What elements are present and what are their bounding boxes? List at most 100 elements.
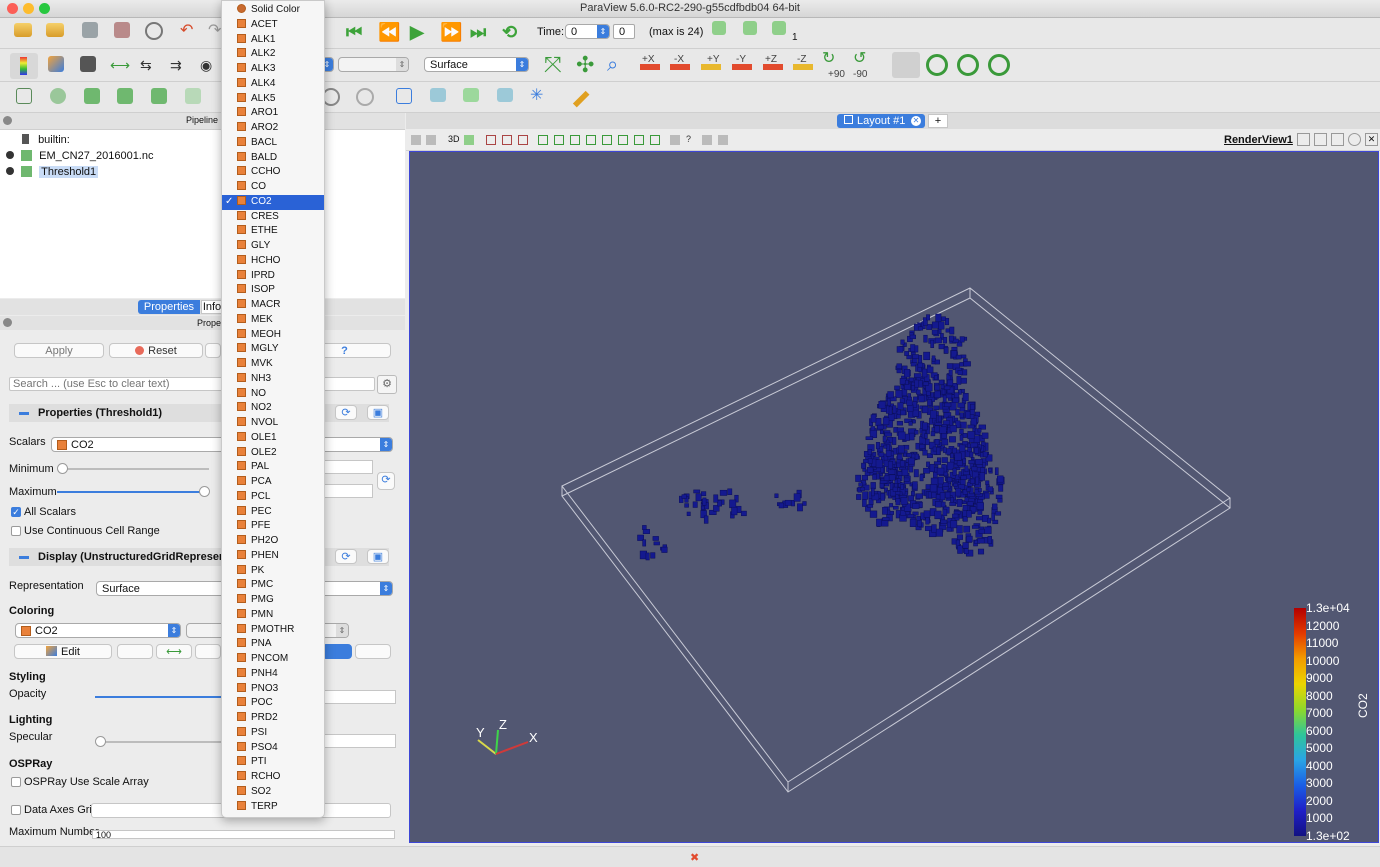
time-step-input[interactable]: 0 <box>613 24 635 39</box>
hover-cells-icon[interactable] <box>586 135 596 145</box>
choose-preset-button[interactable] <box>355 644 391 659</box>
split-vertical-icon[interactable] <box>1314 133 1327 146</box>
max-number-field[interactable]: 100 <box>92 830 395 839</box>
tab-properties[interactable]: Properties <box>138 300 200 314</box>
eye-icon[interactable]: ◉ <box>200 58 222 78</box>
save-icon[interactable]: ▣ <box>367 405 389 420</box>
menu-item-nh3[interactable]: NH3 <box>222 372 324 387</box>
reload-icon[interactable]: ⟳ <box>335 549 357 564</box>
undo-icon[interactable]: ↶ <box>180 23 202 43</box>
menu-item-meoh[interactable]: MEOH <box>222 328 324 343</box>
glyph-icon[interactable] <box>463 88 479 102</box>
select-points-on-icon[interactable] <box>502 135 512 145</box>
disconnect-icon[interactable] <box>114 22 130 38</box>
set-view-plus-z-icon[interactable]: +Z <box>761 54 783 74</box>
timer-icon[interactable] <box>145 22 163 40</box>
menu-item-pfe[interactable]: PFE <box>222 519 324 534</box>
menu-item-alk5[interactable]: ALK5 <box>222 92 324 107</box>
specular-field[interactable] <box>322 734 396 748</box>
menu-item-acet[interactable]: ACET <box>222 18 324 33</box>
slice-icon[interactable] <box>117 88 133 104</box>
interactive-select-icon[interactable] <box>554 135 564 145</box>
minimum-slider-handle[interactable] <box>57 463 68 474</box>
menu-item-so2[interactable]: SO2 <box>222 785 324 800</box>
menu-item-bald[interactable]: BALD <box>222 151 324 166</box>
play-icon[interactable]: ▶ <box>410 22 424 42</box>
maximum-field[interactable] <box>318 484 373 498</box>
reset-button[interactable]: Reset <box>109 343 203 358</box>
split-icon[interactable] <box>411 135 421 145</box>
menu-item-mek[interactable]: MEK <box>222 313 324 328</box>
ospray-scale-checkbox[interactable] <box>11 777 21 787</box>
coloring-selector[interactable]: CO2 ⇕ <box>15 623 181 638</box>
calculator-icon[interactable] <box>16 88 32 104</box>
reset-center-icon[interactable] <box>926 54 948 76</box>
clip-icon[interactable] <box>84 88 100 104</box>
menu-item-nvol[interactable]: NVOL <box>222 416 324 431</box>
reload-icon[interactable]: ⟳ <box>335 405 357 420</box>
representation-selector[interactable]: Surface ⇕ <box>424 57 529 72</box>
menu-item-cres[interactable]: CRES <box>222 210 324 225</box>
menu-item-pmn[interactable]: PMN <box>222 608 324 623</box>
menu-item-phen[interactable]: PHEN <box>222 549 324 564</box>
edit-color-map-icon[interactable] <box>48 56 64 72</box>
add-layout-tab-button[interactable]: + <box>928 114 948 128</box>
menu-item-mvk[interactable]: MVK <box>222 357 324 372</box>
menu-item-mgly[interactable]: MGLY <box>222 342 324 357</box>
maximum-slider-handle[interactable] <box>199 486 210 497</box>
menu-item-pk[interactable]: PK <box>222 564 324 579</box>
menu-item-ph2o[interactable]: PH2O <box>222 534 324 549</box>
specular-slider-handle[interactable] <box>95 736 106 747</box>
menu-item-co[interactable]: CO <box>222 180 324 195</box>
zoom-to-box-icon[interactable]: ⌕ <box>607 54 629 76</box>
rescale-temporal-icon[interactable]: ⇉ <box>170 58 192 78</box>
shrink-selection-icon[interactable] <box>618 135 628 145</box>
split-horizontal-icon[interactable] <box>1297 133 1310 146</box>
set-view-minus-x-icon[interactable]: -X <box>668 54 690 74</box>
minimum-slider[interactable] <box>59 468 209 470</box>
group-datasets-icon[interactable] <box>396 88 412 104</box>
show-center-icon[interactable] <box>892 52 920 78</box>
hover-points-icon[interactable] <box>570 135 580 145</box>
next-frame-icon[interactable]: ⏩ <box>440 22 462 42</box>
close-view-icon[interactable]: ✕ <box>1365 133 1378 146</box>
close-panel-icon[interactable] <box>3 116 12 125</box>
rescale-temporal-button[interactable] <box>195 644 221 659</box>
display-section-header[interactable]: Display (UnstructuredGridRepresentat <box>9 548 389 566</box>
rotate-minus-90-icon[interactable]: ↺ -90 <box>853 51 875 81</box>
specular-slider[interactable] <box>100 741 221 743</box>
menu-item-pnh4[interactable]: PNH4 <box>222 667 324 682</box>
split-vertical-icon[interactable] <box>426 135 436 145</box>
link-icon[interactable] <box>650 135 660 145</box>
trash-icon[interactable] <box>718 135 728 145</box>
menu-item-alk3[interactable]: ALK3 <box>222 62 324 77</box>
menu-item-pca[interactable]: PCA <box>222 475 324 490</box>
continuous-range-checkbox[interactable] <box>11 526 21 536</box>
rescale-custom-button[interactable]: ⟷ <box>156 644 192 659</box>
opacity-field[interactable] <box>322 690 396 704</box>
pipeline-item-source[interactable]: EM_CN27_2016001.nc <box>6 149 153 163</box>
polygon-select-icon[interactable] <box>634 135 644 145</box>
connect-icon[interactable] <box>82 22 98 38</box>
menu-item-pec[interactable]: PEC <box>222 505 324 520</box>
zoom-window-button[interactable] <box>39 3 50 14</box>
delete-button[interactable] <box>205 343 221 358</box>
rescale-custom-icon[interactable]: ⟷ <box>110 58 132 78</box>
loop-icon[interactable]: ⟲ <box>502 22 517 42</box>
contour-icon[interactable] <box>50 88 66 104</box>
close-tab-icon[interactable]: ✕ <box>911 116 921 126</box>
menu-item-alk1[interactable]: ALK1 <box>222 33 324 48</box>
menu-item-pti[interactable]: PTI <box>222 755 324 770</box>
menu-item-bacl[interactable]: BACL <box>222 136 324 151</box>
grow-selection-icon[interactable] <box>602 135 612 145</box>
menu-item-ole2[interactable]: OLE2 <box>222 446 324 461</box>
menu-item-gly[interactable]: GLY <box>222 239 324 254</box>
properties-section-header[interactable]: Properties (Threshold1) <box>9 404 389 422</box>
menu-item-aro2[interactable]: ARO2 <box>222 121 324 136</box>
menu-item-iprd[interactable]: IPRD <box>222 269 324 284</box>
menu-item-psi[interactable]: PSI <box>222 726 324 741</box>
pipeline-item-builtin[interactable]: builtin: <box>22 133 70 147</box>
opacity-slider[interactable] <box>95 696 221 698</box>
threshold-icon[interactable] <box>151 88 167 104</box>
open-icon[interactable] <box>14 23 32 37</box>
